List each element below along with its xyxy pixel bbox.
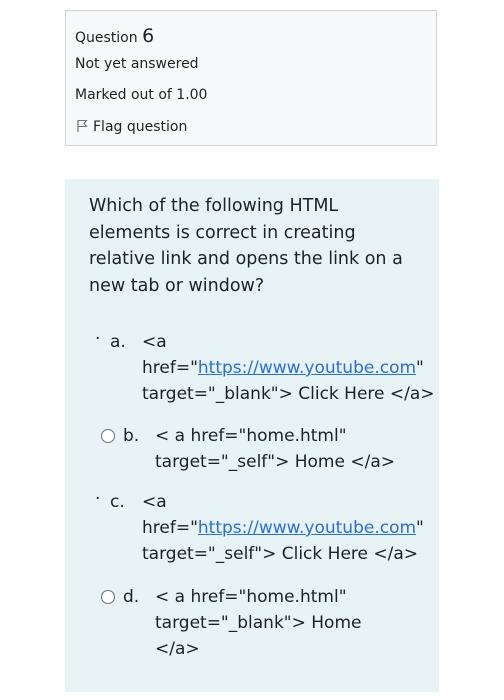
flag-icon: [75, 119, 89, 133]
answer-text-line: < a href="home.html": [155, 587, 347, 607]
answer-text-line: href="https://www.youtube.com": [142, 515, 424, 541]
question-number: 6: [142, 25, 155, 47]
answer-radio[interactable]: [101, 429, 115, 443]
question-text-line: new tab or window?: [89, 275, 265, 296]
answer-text-line: target="_blank"> Home: [155, 613, 362, 633]
answer-text-line: < a href="home.html": [155, 426, 347, 446]
question-text: Which of the following HTML elements is …: [89, 193, 419, 299]
answer-letter: a.: [110, 332, 126, 352]
answer-text-line: href="https://www.youtube.com": [142, 355, 424, 381]
question-text-line: Which of the following HTML: [89, 196, 339, 216]
question-text-line: relative link and opens the link on a: [89, 249, 403, 269]
answer-text-prefix: href=": [142, 358, 198, 378]
question-grade: Marked out of 1.00: [75, 87, 208, 103]
youtube-link[interactable]: https://www.youtube.com: [198, 358, 416, 378]
answer-text-suffix: ": [416, 518, 424, 538]
youtube-link[interactable]: https://www.youtube.com: [198, 518, 416, 538]
answer-letter: d.: [123, 587, 140, 607]
answer-marker-dot: ·: [95, 489, 101, 509]
answer-text-prefix: href=": [142, 518, 198, 538]
flag-question-link[interactable]: Flag question: [75, 119, 187, 135]
answer-marker-dot: ·: [95, 329, 101, 349]
question-state: Not yet answered: [75, 56, 199, 72]
answer-radio[interactable]: [101, 590, 115, 604]
question-formulation: Which of the following HTML elements is …: [65, 179, 439, 692]
answer-text-line: target="_self"> Click Here </a>: [142, 544, 419, 564]
answer-text-line: </a>: [155, 639, 200, 659]
answer-text-suffix: ": [416, 358, 424, 378]
question-word: Question: [75, 30, 138, 46]
flag-question-label: Flag question: [93, 119, 188, 135]
answer-text-line: target="_self"> Home </a>: [155, 452, 395, 472]
answer-text-line: <a: [142, 492, 167, 512]
question-info-box: Question 6 Not yet answered Marked out o…: [65, 10, 437, 146]
question-number-label: Question 6: [75, 25, 154, 47]
answer-letter: b.: [123, 426, 140, 446]
answer-text-line: target="_blank"> Click Here </a>: [142, 384, 435, 404]
answer-text-line: <a: [142, 332, 167, 352]
answer-letter: c.: [110, 492, 125, 512]
question-text-line: elements is correct in creating: [89, 222, 356, 243]
